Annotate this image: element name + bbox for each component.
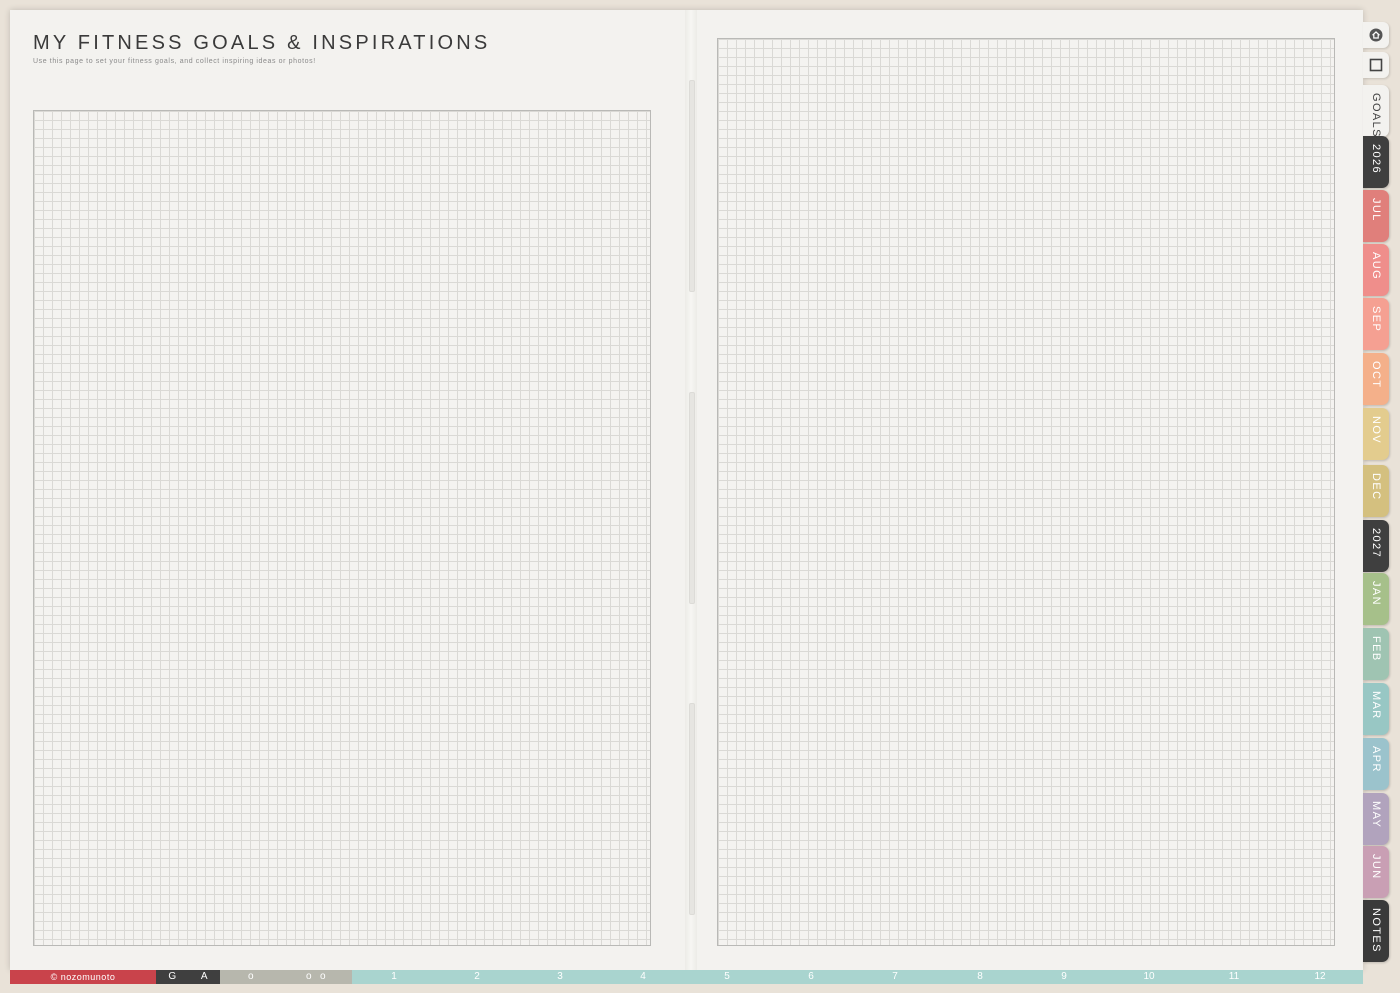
- spine-stitch: [689, 392, 695, 604]
- bottom-month-tabs: 1 2 3 4 5 6 7 8 9 10 11 12: [352, 970, 1363, 984]
- bottom-month-8[interactable]: 8: [977, 970, 983, 984]
- bottom-tab-bar: © nozomunoto G A o o o 1 2 3 4 5 6 7 8 9 10 11 12: [10, 970, 1363, 984]
- square-icon[interactable]: [1363, 52, 1389, 78]
- tab-label: JUN: [1370, 854, 1382, 880]
- tab-label: SEP: [1370, 306, 1382, 333]
- tab-label: FEB: [1370, 636, 1382, 662]
- tab-label: DEC: [1370, 473, 1382, 501]
- bottom-month-1[interactable]: 1: [391, 970, 397, 984]
- tab-nov[interactable]: NOV: [1363, 408, 1389, 460]
- bottom-month-5[interactable]: 5: [724, 970, 730, 984]
- bottom-month-4[interactable]: 4: [640, 970, 646, 984]
- tab-jan[interactable]: JAN: [1363, 573, 1389, 625]
- spine-stitch: [689, 703, 695, 915]
- tab-apr[interactable]: APR: [1363, 738, 1389, 790]
- page-title: MY FITNESS GOALS & INSPIRATIONS: [33, 32, 491, 54]
- tab-label: 2026: [1370, 144, 1382, 175]
- tab-label: NOV: [1370, 416, 1382, 445]
- tab-label: MAR: [1370, 691, 1382, 720]
- bottom-section-tabs: G A: [156, 970, 220, 984]
- bottom-month-2[interactable]: 2: [474, 970, 480, 984]
- tab-label: GOALS: [1370, 93, 1382, 138]
- side-tab-bar: GOALS 2026 JUL AUG SEP OCT NOV DEC 2027 JAN FEB MAR…: [1363, 10, 1400, 980]
- tab-2027[interactable]: 2027: [1363, 520, 1389, 572]
- page-subtitle: Use this page to set your fitness goals,…: [33, 58, 316, 65]
- page-edge: [0, 984, 1400, 993]
- bottom-month-3[interactable]: 3: [557, 970, 563, 984]
- bottom-tab-o[interactable]: o: [248, 970, 254, 984]
- bottom-month-12[interactable]: 12: [1314, 970, 1325, 984]
- bottom-extra-tabs: o o o: [220, 970, 352, 984]
- tab-mar[interactable]: MAR: [1363, 683, 1389, 735]
- tab-label: 2027: [1370, 528, 1382, 559]
- bottom-month-9[interactable]: 9: [1061, 970, 1067, 984]
- bottom-tab-o[interactable]: o: [306, 970, 312, 984]
- tab-jul[interactable]: JUL: [1363, 190, 1389, 242]
- tab-label: JUL: [1370, 198, 1382, 222]
- tab-goals[interactable]: GOALS: [1363, 85, 1389, 138]
- bottom-month-10[interactable]: 10: [1143, 970, 1154, 984]
- tab-aug[interactable]: AUG: [1363, 244, 1389, 296]
- tab-dec[interactable]: DEC: [1363, 465, 1389, 517]
- tab-jun[interactable]: JUN: [1363, 846, 1389, 898]
- tab-label: MAY: [1370, 801, 1382, 829]
- tab-label: APR: [1370, 746, 1382, 773]
- tab-oct[interactable]: OCT: [1363, 353, 1389, 405]
- tab-may[interactable]: MAY: [1363, 793, 1389, 845]
- bottom-tab-o[interactable]: o: [320, 970, 326, 984]
- brand-label: © nozomunoto: [10, 970, 156, 984]
- planner-spread: MY FITNESS GOALS & INSPIRATIONS Use this…: [10, 10, 1363, 970]
- book-spine: [685, 10, 697, 970]
- tab-label: AUG: [1370, 252, 1382, 281]
- right-grid-area[interactable]: [717, 38, 1335, 946]
- left-grid-area[interactable]: [33, 110, 651, 946]
- spine-stitch: [689, 80, 695, 292]
- home-icon[interactable]: [1363, 22, 1389, 48]
- bottom-tab-g[interactable]: G: [168, 970, 176, 984]
- bottom-month-11[interactable]: 11: [1229, 970, 1239, 984]
- tab-notes[interactable]: NOTES: [1363, 900, 1389, 962]
- tab-feb[interactable]: FEB: [1363, 628, 1389, 680]
- bottom-tab-a[interactable]: A: [201, 970, 208, 984]
- bottom-month-7[interactable]: 7: [892, 970, 898, 984]
- tab-label: OCT: [1370, 361, 1382, 389]
- tab-2026[interactable]: 2026: [1363, 136, 1389, 188]
- bottom-month-6[interactable]: 6: [808, 970, 814, 984]
- tab-sep[interactable]: SEP: [1363, 298, 1389, 350]
- tab-label: NOTES: [1370, 908, 1382, 953]
- tab-label: JAN: [1370, 581, 1382, 606]
